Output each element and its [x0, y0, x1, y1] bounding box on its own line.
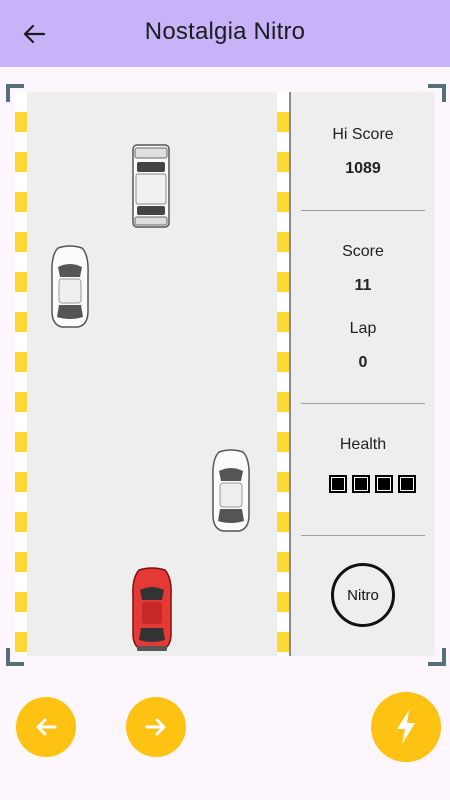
traffic-car — [132, 144, 170, 228]
divider-line — [301, 403, 425, 404]
score-panel: Hi Score 1089 Score 11 Lap 0 Health Nitr… — [291, 92, 435, 656]
app-bar: Nostalgia Nitro — [0, 0, 450, 67]
boost-button[interactable] — [371, 692, 441, 762]
left-curb — [15, 92, 27, 656]
player-car — [132, 567, 172, 651]
nitro-button[interactable]: Nitro — [331, 563, 395, 627]
arrow-right-icon — [145, 718, 166, 736]
divider-line — [301, 535, 425, 536]
divider-line — [301, 210, 425, 211]
race-track — [15, 92, 290, 656]
steer-right-button[interactable] — [126, 697, 186, 757]
score-label: Score — [342, 243, 384, 260]
lap-label: Lap — [349, 320, 377, 337]
lightning-bolt-icon — [397, 710, 415, 744]
traffic-car — [51, 245, 89, 328]
page-title: Nostalgia Nitro — [144, 18, 306, 45]
nitro-label: Nitro — [347, 586, 379, 604]
health-block — [375, 475, 393, 493]
health-label: Health — [339, 436, 387, 453]
score-value: 11 — [354, 277, 372, 294]
health-block — [352, 475, 370, 493]
game-area[interactable]: Hi Score 1089 Score 11 Lap 0 Health Nitr… — [15, 92, 435, 656]
lap-value: 0 — [358, 354, 368, 371]
health-block — [329, 475, 347, 493]
hi-score-value: 1089 — [345, 160, 381, 177]
steer-left-button[interactable] — [16, 697, 76, 757]
health-block — [398, 475, 416, 493]
right-curb — [277, 92, 289, 656]
arrow-left-icon — [36, 718, 57, 736]
health-bar — [329, 475, 416, 493]
traffic-car — [212, 449, 250, 532]
hi-score-label: Hi Score — [332, 126, 394, 143]
